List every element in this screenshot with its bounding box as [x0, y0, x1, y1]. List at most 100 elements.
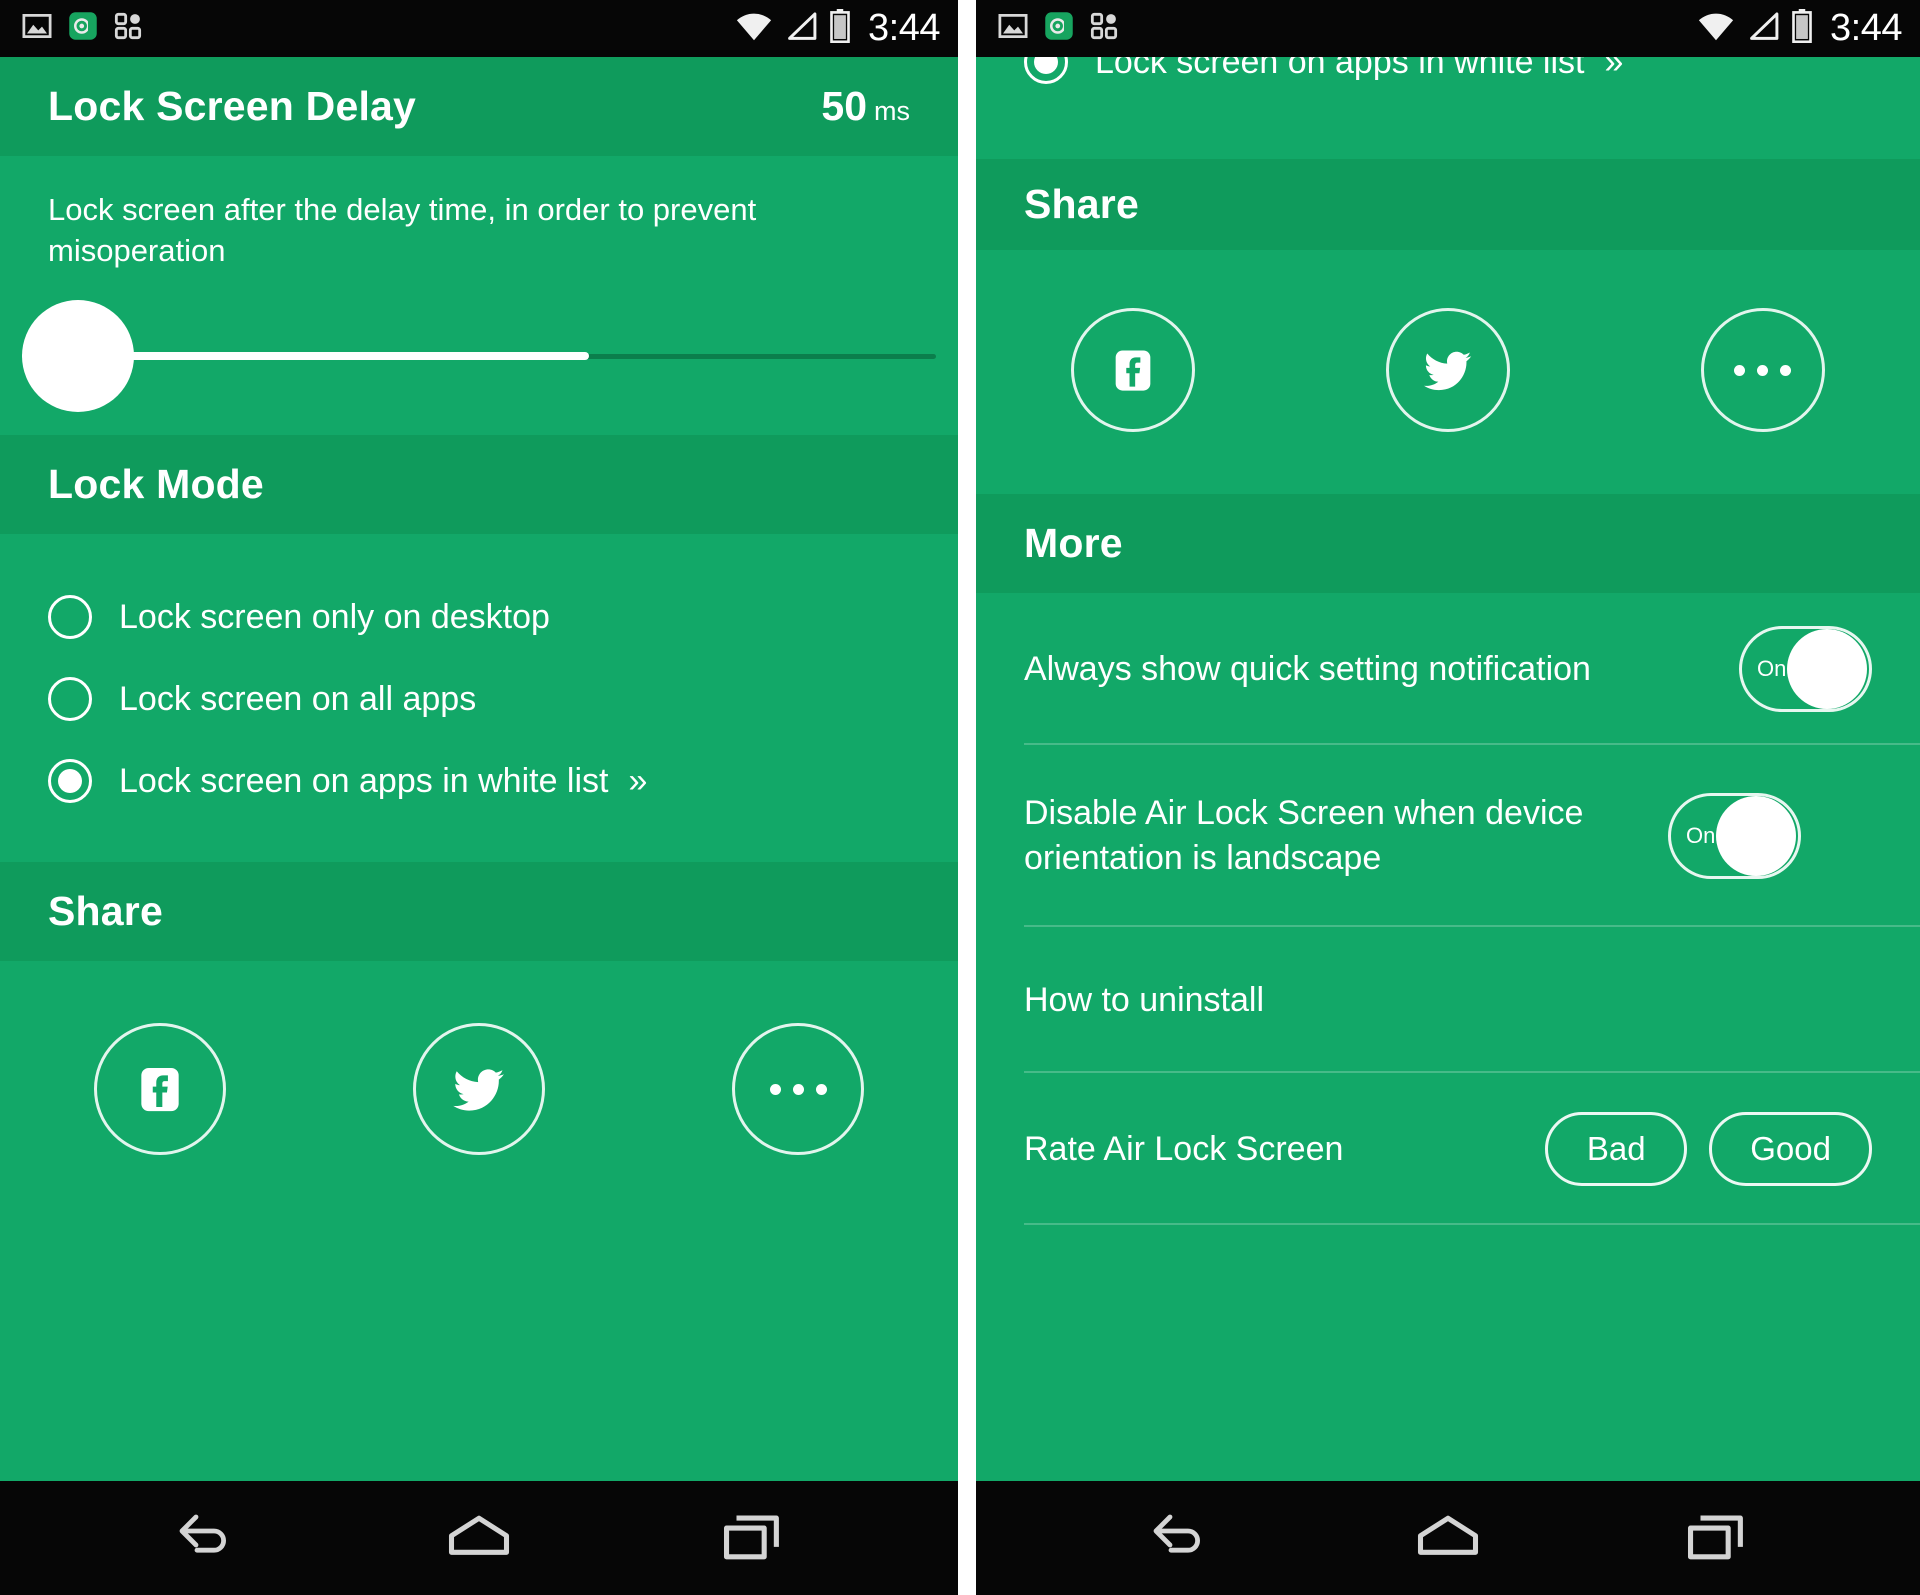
back-button-left[interactable]: [146, 1498, 266, 1578]
left-screen-content[interactable]: Lock Screen Delay 50 ms Lock screen afte…: [0, 57, 958, 1481]
toggle-state-label: On: [1686, 823, 1716, 848]
lock-mode-option-all-apps[interactable]: Lock screen on all apps: [0, 658, 958, 740]
disable-landscape-label: Disable Air Lock Screen when device orie…: [1024, 794, 1584, 877]
quick-setting-notification-label: Always show quick setting notification: [1024, 649, 1591, 688]
lock-mode-options: Lock screen only on desktop Lock screen …: [0, 534, 958, 862]
battery-icon: [829, 9, 851, 48]
how-to-uninstall-label: How to uninstall: [1024, 980, 1265, 1019]
lock-screen-delay-value: 50: [821, 83, 867, 129]
share-more-left[interactable]: [639, 1023, 958, 1156]
radio-icon-white-list[interactable]: [1024, 57, 1068, 84]
recents-button-left[interactable]: [692, 1498, 812, 1578]
wifi-icon: [735, 10, 773, 47]
setting-row-disable-landscape[interactable]: Disable Air Lock Screen when device orie…: [976, 745, 1920, 927]
apps-grid-icon: [114, 12, 142, 45]
image-icon: [22, 11, 52, 46]
clipped-lock-mode-option-white-list[interactable]: Lock screen on apps in white list »: [976, 57, 1920, 101]
status-bar-left: 3:44: [0, 0, 958, 57]
left-phone-screen: 3:44 Lock Screen Delay 50 ms Lock screen…: [0, 0, 958, 1595]
clipped-white-list-label: Lock screen on apps in white list: [1095, 57, 1585, 81]
lock-mode-option-desktop-label: Lock screen only on desktop: [119, 597, 550, 636]
more-dots-icon[interactable]: [1700, 308, 1825, 432]
radio-icon-white-list[interactable]: [48, 759, 92, 804]
more-header: More: [976, 494, 1920, 593]
status-bar-clock: 3:44: [868, 7, 940, 49]
home-button-right[interactable]: [1388, 1498, 1508, 1578]
lock-screen-delay-slider[interactable]: [0, 271, 958, 435]
facebook-icon[interactable]: [93, 1023, 226, 1156]
right-screen-content[interactable]: Lock screen on apps in white list » Shar…: [976, 57, 1920, 1481]
lock-mode-header: Lock Mode: [0, 435, 958, 535]
setting-row-rate-app: Rate Air Lock Screen Bad Good: [976, 1073, 1920, 1225]
twitter-icon[interactable]: [1386, 308, 1510, 432]
lock-mode-title: Lock Mode: [48, 461, 264, 508]
share-more-right[interactable]: [1605, 308, 1920, 432]
lock-mode-option-white-list-label: Lock screen on apps in white list: [119, 761, 609, 800]
share-title-left: Share: [48, 888, 163, 935]
battery-icon: [1791, 9, 1813, 48]
slider-thumb[interactable]: [22, 300, 134, 413]
notification-icons-left: [22, 11, 142, 46]
wifi-icon: [1697, 10, 1735, 47]
lock-screen-delay-title: Lock Screen Delay: [48, 83, 417, 129]
row-divider: [1024, 1223, 1920, 1225]
right-phone-screen: 3:44 Lock screen on apps in white list »…: [976, 0, 1920, 1595]
status-bar-right: 3:44: [976, 0, 1920, 57]
clipped-row-inner: Lock screen on apps in white list »: [1024, 57, 1623, 84]
status-bar-clock: 3:44: [1830, 7, 1902, 49]
back-button-right[interactable]: [1120, 1498, 1240, 1578]
system-icons-left: 3:44: [735, 7, 940, 50]
app-badge-icon: [1044, 11, 1074, 46]
signal-icon: [784, 10, 818, 47]
share-twitter-left[interactable]: [319, 1023, 638, 1156]
disable-landscape-toggle[interactable]: On: [1668, 793, 1801, 879]
app-badge-icon: [68, 11, 98, 46]
lock-screen-delay-unit: ms: [874, 96, 910, 126]
lock-screen-delay-header: Lock Screen Delay 50 ms: [0, 57, 958, 156]
share-title-right: Share: [1024, 181, 1139, 227]
chevron-double-right-icon[interactable]: »: [1604, 57, 1623, 82]
setting-row-quick-setting-notification[interactable]: Always show quick setting notification O…: [976, 593, 1920, 745]
more-title: More: [1024, 520, 1123, 566]
lock-mode-option-desktop[interactable]: Lock screen only on desktop: [0, 576, 958, 658]
toggle-knob: [1716, 796, 1796, 876]
ellipsis-dots: [769, 1083, 827, 1095]
image-icon: [998, 11, 1028, 46]
lock-mode-option-all-apps-label: Lock screen on all apps: [119, 679, 477, 718]
more-settings-list: Always show quick setting notification O…: [976, 593, 1920, 1225]
dual-screenshot-container: 3:44 Lock Screen Delay 50 ms Lock screen…: [0, 0, 1920, 1595]
quick-setting-notification-toggle[interactable]: On: [1739, 626, 1872, 712]
share-facebook-right[interactable]: [976, 308, 1291, 432]
system-icons-right: 3:44: [1697, 7, 1902, 50]
share-facebook-left[interactable]: [0, 1023, 319, 1156]
share-header-left: Share: [0, 862, 958, 962]
nav-bar-right: [976, 1481, 1920, 1595]
share-twitter-right[interactable]: [1291, 308, 1606, 432]
chevron-double-right-icon[interactable]: »: [628, 762, 647, 801]
facebook-icon[interactable]: [1071, 308, 1196, 432]
apps-grid-icon: [1090, 12, 1118, 45]
rate-app-buttons: Bad Good: [1545, 1112, 1872, 1186]
rate-app-label: Rate Air Lock Screen: [1024, 1129, 1344, 1168]
rate-bad-button[interactable]: Bad: [1545, 1112, 1688, 1186]
radio-icon-desktop[interactable]: [48, 595, 92, 640]
lock-mode-option-white-list[interactable]: Lock screen on apps in white list »: [0, 740, 958, 822]
share-buttons-right: [976, 250, 1920, 494]
toggle-knob: [1787, 629, 1867, 709]
signal-icon: [1746, 10, 1780, 47]
setting-row-how-to-uninstall[interactable]: How to uninstall: [976, 927, 1920, 1073]
ellipsis-dots: [1734, 364, 1792, 376]
radio-icon-all-apps[interactable]: [48, 677, 92, 722]
lock-screen-delay-description: Lock screen after the delay time, in ord…: [48, 192, 757, 269]
recents-button-right[interactable]: [1656, 1498, 1776, 1578]
share-header-right: Share: [976, 159, 1920, 250]
home-button-left[interactable]: [419, 1498, 539, 1578]
toggle-state-label: On: [1757, 656, 1787, 681]
rate-good-button[interactable]: Good: [1709, 1112, 1872, 1186]
twitter-icon[interactable]: [412, 1023, 545, 1156]
nav-bar-left: [0, 1481, 958, 1595]
share-buttons-left: [0, 961, 958, 1223]
more-dots-icon[interactable]: [732, 1023, 865, 1156]
notification-icons-right: [998, 11, 1118, 46]
screen-divider: [958, 0, 976, 1595]
